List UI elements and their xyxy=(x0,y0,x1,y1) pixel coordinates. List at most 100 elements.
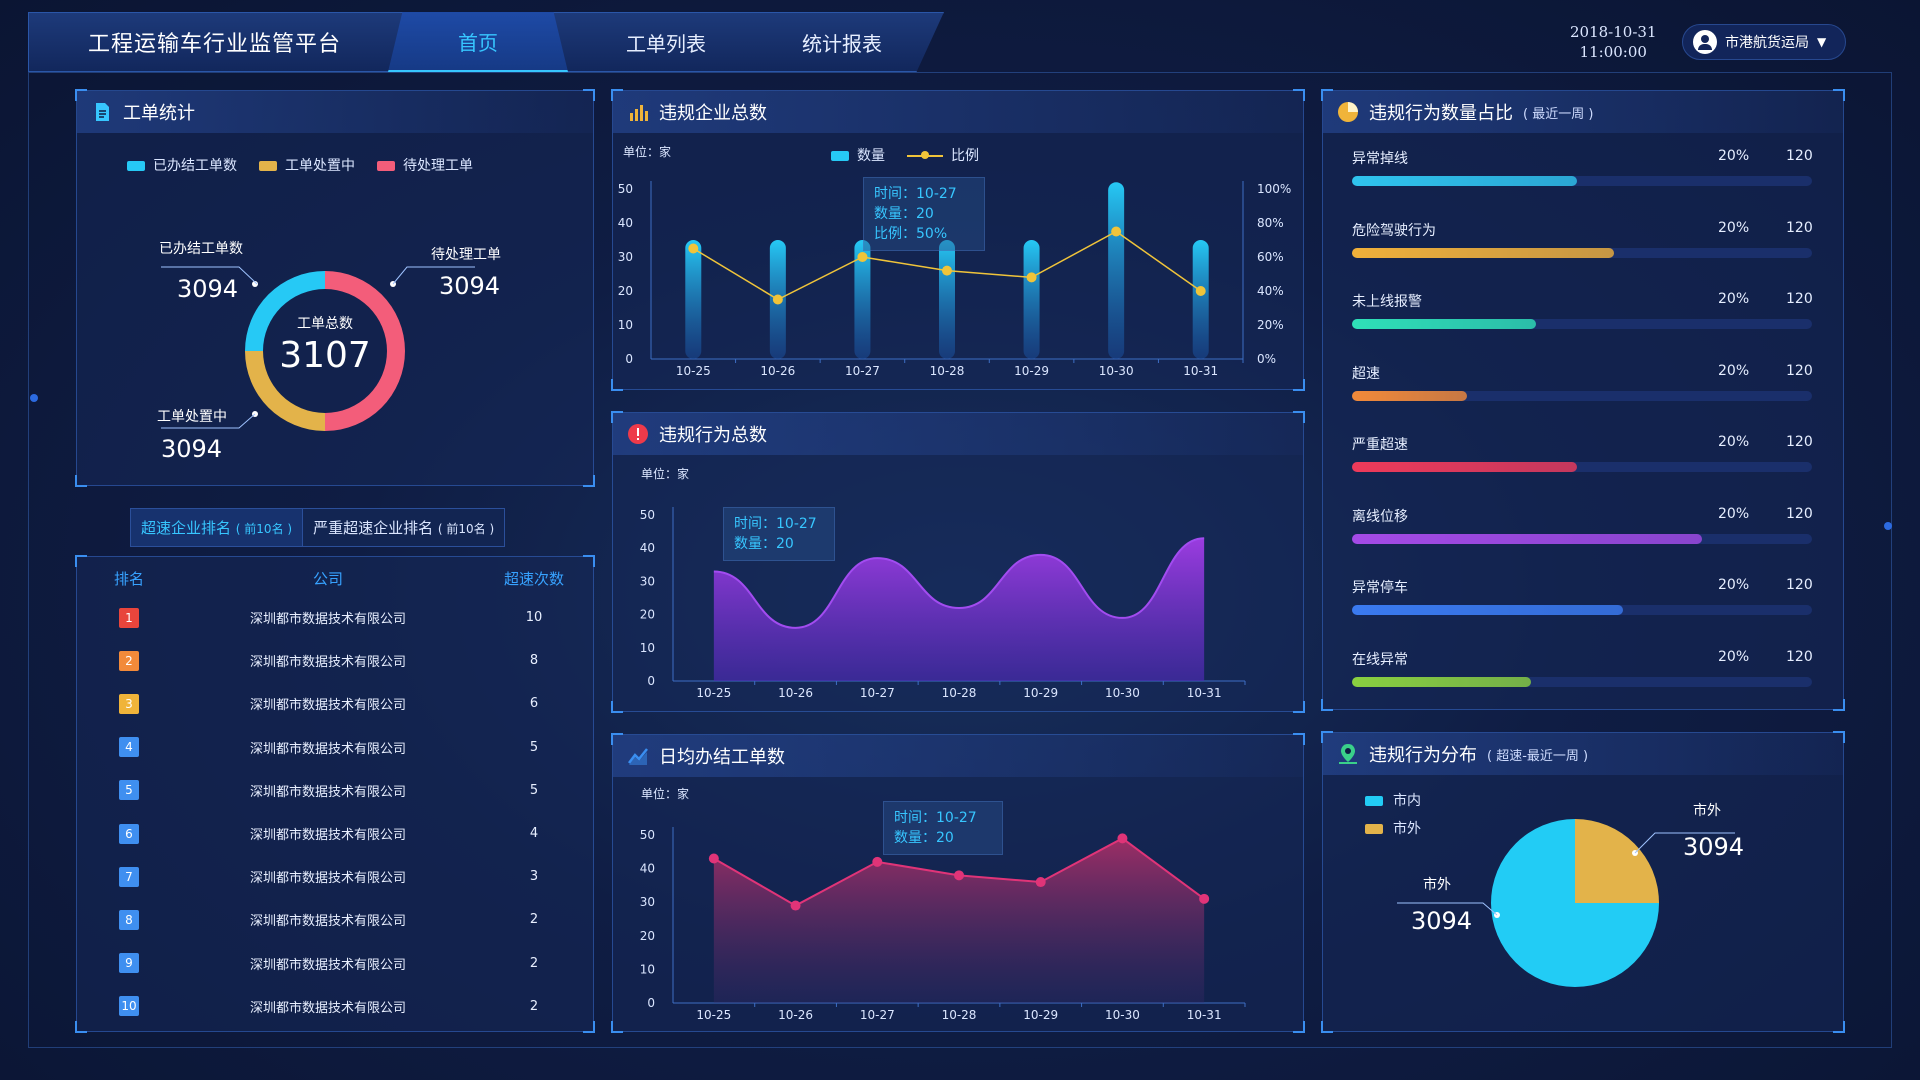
x-tick-label: 10-30 xyxy=(1105,1008,1140,1022)
bar-percent: 20% xyxy=(1718,434,1750,450)
donut-label-name: 已办结工单数 xyxy=(159,241,243,257)
rank-badge: 6 xyxy=(119,823,139,844)
company-cell: 深圳都市数据技术有限公司 xyxy=(249,871,406,887)
rank-cell: 2 xyxy=(76,650,182,671)
user-menu[interactable]: 市港航货运局 ▼ xyxy=(1682,24,1846,60)
company-cell: 深圳都市数据技术有限公司 xyxy=(249,698,406,714)
rank-cell: 3 xyxy=(76,693,182,714)
bar-count: 120 xyxy=(1786,577,1813,593)
table-row[interactable]: 5 深圳都市数据技术有限公司 5 xyxy=(76,769,594,812)
rank-cell: 1 xyxy=(76,607,182,628)
x-tick-label: 10-26 xyxy=(778,1008,813,1022)
bar-fill xyxy=(1352,533,1702,544)
ratio-point xyxy=(1195,286,1206,296)
x-tick-label: 10-25 xyxy=(696,1008,731,1022)
behavior-panel: 违规行为总数 单位：家 0 10 20 30 40 50 10-25 10-26 10-27 10… xyxy=(611,411,1305,713)
y-tick-label: 10 xyxy=(640,641,655,655)
x-tick-label: 10-31 xyxy=(1183,364,1218,378)
tab-speeding-ranking[interactable]: 超速企业排名 ( 前10名 ) xyxy=(131,509,304,546)
workorder-panel: 工单统计 已办结工单数 工单处置中 待处理工单 工单总数 3107 已办结工单数… xyxy=(75,89,595,487)
bar-label: 在线异常 xyxy=(1352,651,1408,668)
count-cell: 5 xyxy=(529,782,539,798)
tab-workorder-list[interactable]: 工单列表 xyxy=(576,12,756,72)
x-tick-label: 10-26 xyxy=(778,686,813,700)
rank-cell: 9 xyxy=(76,953,182,974)
header-count: 超速次数 xyxy=(503,569,564,588)
ratio-point xyxy=(688,243,699,254)
rank-badge: 8 xyxy=(119,909,139,930)
data-point xyxy=(1199,893,1210,904)
daily-panel: 日均办结工单数 单位：家 0 10 20 30 40 50 10-25 10-26 10-27 1… xyxy=(611,733,1305,1033)
bar-percent: 20% xyxy=(1718,219,1750,236)
table-row[interactable]: 7 深圳都市数据技术有限公司 3 xyxy=(76,855,594,898)
bar-fill xyxy=(1352,605,1624,615)
y2-tick-label: 20% xyxy=(1257,318,1284,332)
y-tick-label: 40 xyxy=(618,216,633,230)
company-cell: 深圳都市数据技术有限公司 xyxy=(249,741,406,757)
ratio-point xyxy=(857,252,868,262)
x-tick-label: 10-27 xyxy=(860,686,895,700)
user-avatar-icon xyxy=(1693,30,1717,54)
table-row[interactable]: 3 深圳都市数据技术有限公司 6 xyxy=(76,682,594,725)
table-row[interactable]: 8 深圳都市数据技术有限公司 2 xyxy=(76,898,594,941)
company-cell: 深圳都市数据技术有限公司 xyxy=(249,1000,406,1016)
y-tick-label: 10 xyxy=(618,318,633,332)
date-text: 2018-10-31 xyxy=(1570,23,1657,41)
y-tick-label: 40 xyxy=(640,862,655,876)
x-tick-label: 10-27 xyxy=(845,364,880,378)
donut-chart: 工单总数 3107 已办结工单数 3094 待处理工单 3094 工单处置中 3… xyxy=(157,241,501,463)
rank-cell: 7 xyxy=(76,866,182,887)
company-cell: 深圳都市数据技术有限公司 xyxy=(249,957,406,973)
table-row[interactable]: 4 深圳都市数据技术有限公司 5 xyxy=(76,726,594,769)
bar-count: 120 xyxy=(1786,434,1813,450)
panel-title: 违规行为数量占比 xyxy=(1369,103,1513,124)
bar-count: 120 xyxy=(1786,219,1813,236)
y-tick-label: 30 xyxy=(618,250,633,264)
table-row[interactable]: 6 深圳都市数据技术有限公司 4 xyxy=(76,812,594,855)
tab-severe-speeding-ranking[interactable]: 严重超速企业排名 ( 前10名 ) xyxy=(303,509,505,546)
table-header: 排名 公司 超速次数 xyxy=(76,560,594,596)
bar-label: 未上线报警 xyxy=(1352,294,1422,310)
y-tick-label: 40 xyxy=(640,541,655,555)
table-row[interactable]: 1 深圳都市数据技术有限公司 10 xyxy=(76,596,594,639)
donut-label-value: 3094 xyxy=(439,272,500,300)
bar-percent: 20% xyxy=(1718,291,1750,307)
donut-label-name: 工单处置中 xyxy=(157,409,227,425)
y-tick-label: 50 xyxy=(640,508,655,522)
table-row[interactable]: 10 深圳都市数据技术有限公司 2 xyxy=(76,985,594,1028)
bar-track xyxy=(1352,462,1812,472)
daily-chart: 0 10 20 30 40 50 10-25 10-26 10-27 10-28 10-29 10-3… xyxy=(640,827,1246,1022)
ranking-tabs: 超速企业排名 ( 前10名 ) 严重超速企业排名 ( 前10名 ) xyxy=(130,508,506,547)
count-cell: 4 xyxy=(529,826,539,842)
x-tick-label: 10-25 xyxy=(696,686,731,700)
rank-badge: 3 xyxy=(119,693,139,714)
bar-label: 超速 xyxy=(1352,365,1380,382)
count-cell: 2 xyxy=(529,998,539,1014)
tab-reports[interactable]: 统计报表 xyxy=(752,12,932,72)
rank-badge: 2 xyxy=(119,650,139,671)
distribution-panel: 违规行为分布 ( 超速-最近一周 ) 市内 市外 市外 3094 市外 3094 xyxy=(1321,731,1845,1033)
company-cell: 深圳都市数据技术有限公司 xyxy=(249,655,406,671)
count-cell: 10 xyxy=(525,610,543,626)
count-cell: 5 xyxy=(529,739,539,755)
x-tick-label: 10-31 xyxy=(1187,1008,1222,1022)
bar-percent: 20% xyxy=(1718,362,1750,379)
x-tick-label: 10-28 xyxy=(930,364,965,378)
y2-tick-label: 60% xyxy=(1257,250,1284,264)
rank-badge: 10 xyxy=(119,996,139,1017)
y-tick-label: 20 xyxy=(640,608,655,622)
bar-label: 异常掉线 xyxy=(1352,151,1408,167)
table-row[interactable]: 9 深圳都市数据技术有限公司 2 xyxy=(76,942,594,985)
header-rank: 排名 xyxy=(113,569,144,588)
bar-track xyxy=(1352,247,1812,258)
bar-count: 120 xyxy=(1786,291,1813,307)
count-cell: 2 xyxy=(529,912,539,928)
tab-home[interactable]: 首页 xyxy=(388,12,568,72)
bar xyxy=(685,240,702,359)
bar-percent: 20% xyxy=(1718,148,1750,164)
pie-label-value: 3094 xyxy=(1411,907,1472,935)
x-tick-label: 10-28 xyxy=(942,686,977,700)
table-row[interactable]: 2 深圳都市数据技术有限公司 8 xyxy=(76,639,594,682)
count-cell: 8 xyxy=(529,653,539,669)
donut-label-name: 待处理工单 xyxy=(431,247,501,263)
